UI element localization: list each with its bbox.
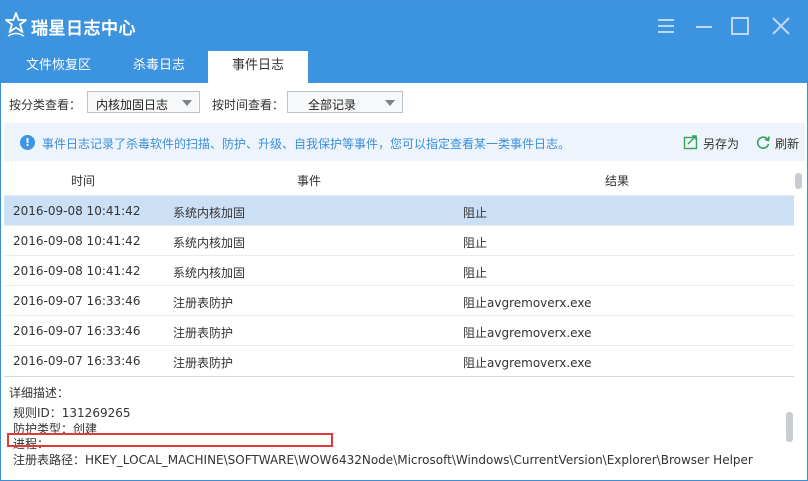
export-icon	[683, 135, 698, 150]
time-dropdown[interactable]: 全部记录	[287, 91, 403, 113]
cell-time: 2016-09-08 10:41:42	[13, 234, 141, 248]
cell-event: 注册表防护	[173, 356, 234, 370]
highlight-box	[7, 433, 333, 447]
chevron-down-icon	[385, 100, 395, 106]
cell-result: 阻止avgremoverx.exe	[463, 356, 592, 370]
cell-time: 2016-09-07 16:33:46	[13, 354, 141, 368]
category-dropdown-value: 内核加固日志	[96, 98, 169, 112]
category-filter-label: 按分类查看：	[9, 98, 82, 112]
cell-time: 2016-09-07 16:33:46	[13, 294, 141, 308]
cell-result: 阻止avgremoverx.exe	[463, 296, 592, 310]
app-title: 瑞星日志中心	[31, 19, 136, 39]
column-header-result[interactable]: 结果	[605, 172, 629, 189]
close-icon[interactable]	[770, 15, 792, 37]
cell-time: 2016-09-08 10:41:42	[13, 204, 141, 218]
info-icon: !	[20, 135, 35, 150]
title-bar[interactable]: 瑞星日志中心	[1, 1, 807, 51]
info-text: 事件日志记录了杀毒软件的扫描、防护、升级、自我保护等事件，您可以指定查看某一类事…	[42, 137, 571, 151]
table-row[interactable]: 2016-09-07 16:33:46 注册表防护 阻止avgremoverx.…	[4, 346, 794, 374]
tab-antivirus-log[interactable]: 杀毒日志	[109, 51, 209, 83]
tab-file-recovery[interactable]: 文件恢复区	[1, 51, 116, 83]
column-header-time[interactable]: 时间	[71, 172, 95, 189]
cell-result: 阻止	[463, 206, 488, 220]
column-header-event[interactable]: 事件	[297, 172, 321, 189]
detail-scrollbar[interactable]	[786, 412, 793, 442]
category-dropdown[interactable]: 内核加固日志	[87, 91, 200, 113]
app-window: 瑞星日志中心 文件恢复区 杀毒日志 事件日志 按分类查看： 内核加固日志 按时间…	[0, 0, 808, 481]
cell-result: 阻止avgremoverx.exe	[463, 326, 592, 340]
detail-heading: 详细描述：	[9, 386, 70, 400]
table-row[interactable]: 2016-09-07 16:33:46 注册表防护 阻止avgremoverx.…	[4, 286, 794, 316]
save-as-button[interactable]: 另存为	[683, 133, 745, 151]
cell-result: 阻止	[463, 236, 488, 250]
cell-time: 2016-09-08 10:41:42	[13, 264, 141, 278]
cell-time: 2016-09-07 16:33:46	[13, 324, 141, 338]
cell-event: 系统内核加固	[173, 266, 246, 280]
refresh-label: 刷新	[775, 137, 800, 151]
tab-bar: 文件恢复区 杀毒日志 事件日志	[1, 51, 807, 83]
refresh-icon	[756, 136, 770, 149]
table-row[interactable]: 2016-09-08 10:41:42 系统内核加固 阻止	[4, 196, 794, 226]
menu-icon[interactable]	[655, 15, 677, 37]
table-row[interactable]: 2016-09-08 10:41:42 系统内核加固 阻止	[4, 226, 794, 256]
cell-event: 注册表防护	[173, 296, 234, 310]
info-bar: ! 事件日志记录了杀毒软件的扫描、防护、升级、自我保护等事件，您可以指定查看某一…	[4, 123, 805, 161]
refresh-button[interactable]: 刷新	[755, 133, 803, 151]
cell-event: 系统内核加固	[173, 236, 246, 250]
chevron-down-icon	[182, 100, 192, 106]
event-list: 2016-09-08 10:41:42 系统内核加固 阻止 2016-09-08…	[4, 196, 794, 374]
table-header: 时间 事件 结果	[4, 162, 794, 196]
rising-logo-icon	[5, 12, 27, 37]
table-row[interactable]: 2016-09-07 16:33:46 注册表防护 阻止avgremoverx.…	[4, 316, 794, 346]
cell-event: 注册表防护	[173, 326, 234, 340]
minimize-icon[interactable]	[693, 15, 715, 37]
cell-event: 系统内核加固	[173, 206, 246, 220]
detail-registry-path: 注册表路径：HKEY_LOCAL_MACHINE\SOFTWARE\WOW643…	[13, 453, 753, 467]
cell-result: 阻止	[463, 266, 488, 280]
detail-panel: 详细描述： 规则ID：131269265 防护类型：创建 进程： 注册表路径：H…	[4, 376, 794, 480]
maximize-icon[interactable]	[729, 15, 751, 37]
filter-bar: 按分类查看： 内核加固日志 按时间查看： 全部记录	[1, 83, 807, 123]
list-scrollbar[interactable]	[795, 173, 802, 189]
table-row[interactable]: 2016-09-08 10:41:42 系统内核加固 阻止	[4, 256, 794, 286]
tab-event-log[interactable]: 事件日志	[208, 51, 308, 83]
time-filter-label: 按时间查看：	[212, 98, 285, 112]
save-as-label: 另存为	[703, 137, 740, 151]
time-dropdown-value: 全部记录	[308, 98, 357, 112]
detail-rule-id: 规则ID：131269265	[13, 406, 131, 420]
